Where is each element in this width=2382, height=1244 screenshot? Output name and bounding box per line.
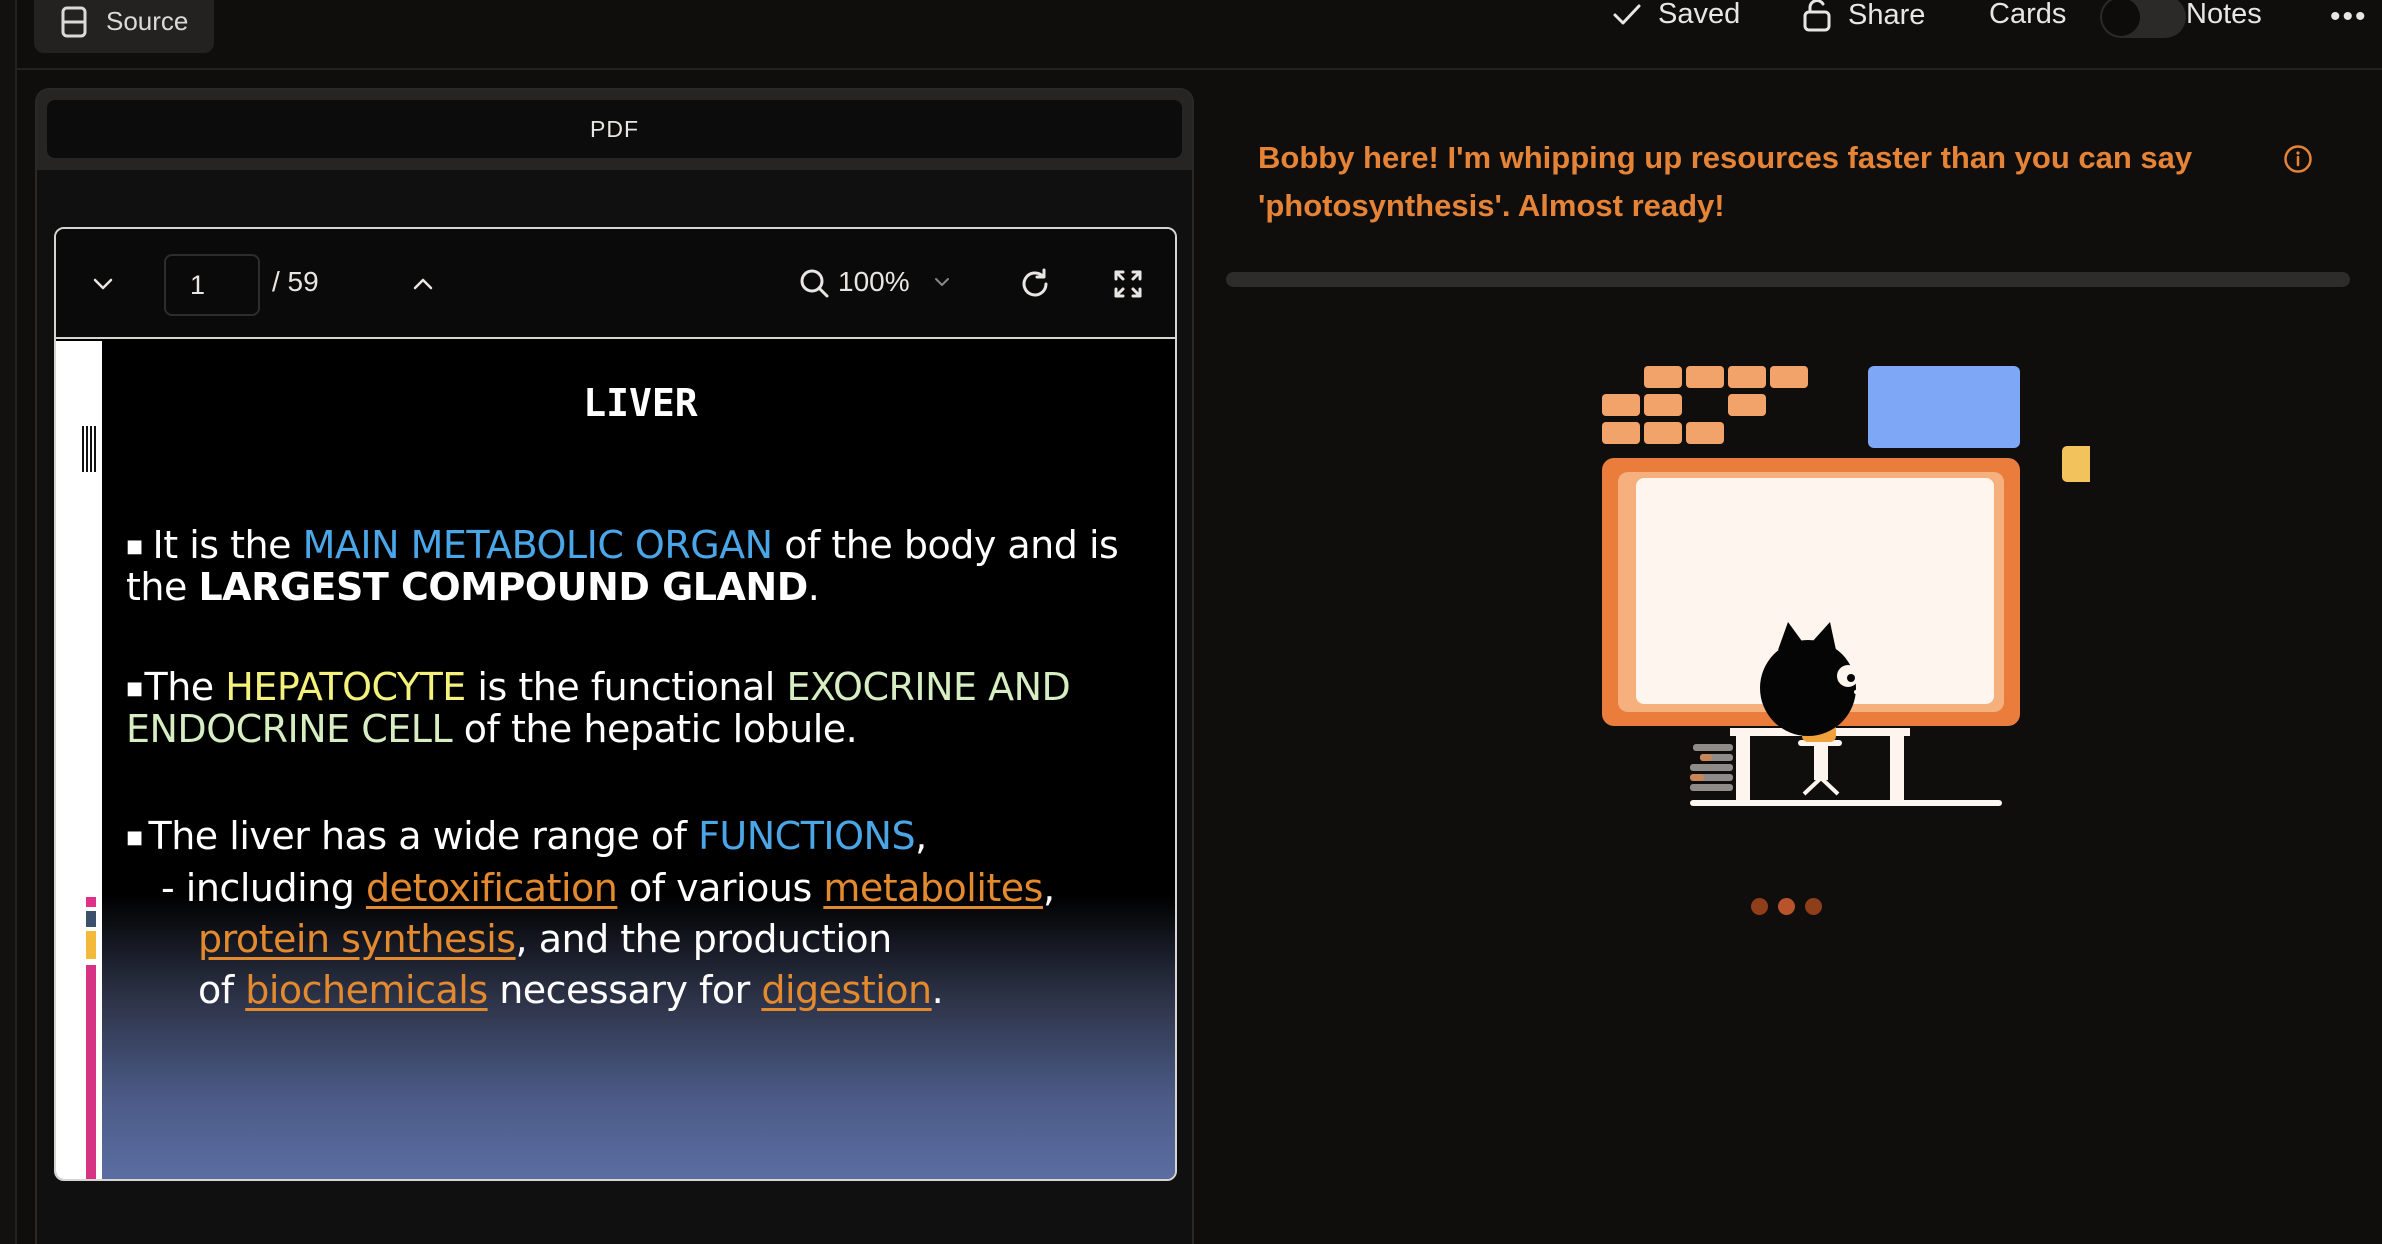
bullet-square: ■ — [126, 536, 143, 557]
highlight-largest-compound-gland: LARGEST COMPOUND GLAND — [198, 565, 808, 609]
bullet-square: ■ — [126, 678, 143, 699]
highlight-functions: FUNCTIONS — [698, 814, 916, 858]
chevron-down-icon — [93, 278, 113, 290]
text: is the functional — [465, 665, 787, 709]
text: It is the — [152, 523, 303, 567]
link-metabolites[interactable]: metabolites — [823, 866, 1043, 910]
text: - including — [161, 866, 366, 910]
color-strip-yellow — [86, 931, 96, 959]
assistant-message-line-1: Bobby here! I'm whipping up resources fa… — [1258, 140, 2193, 175]
color-strip-magenta — [86, 965, 96, 1179]
text: , and the production — [515, 917, 893, 961]
pdf-page-slide: LIVER ■ It is the MAIN METABOLIC ORGAN of… — [56, 341, 1175, 1179]
source-label: Source — [106, 6, 189, 36]
slide-title: LIVER — [583, 381, 698, 425]
highlight-endocrine-cell: ENDOCRINE CELL — [126, 707, 453, 751]
check-icon — [1613, 4, 1641, 24]
loading-dot-3 — [1805, 898, 1822, 915]
share-button[interactable]: Share — [1802, 0, 1925, 32]
pdf-panel: PDF / 59 100% — [35, 88, 1194, 1244]
refresh-icon — [1022, 268, 1048, 297]
zoom-dropdown[interactable] — [931, 271, 953, 293]
toggle-knob — [2102, 0, 2140, 36]
link-detoxification[interactable]: detoxification — [366, 866, 618, 910]
barcode-mark — [82, 426, 98, 472]
text: of the body and is — [772, 523, 1119, 567]
page-number-input[interactable] — [164, 254, 260, 316]
cards-label: Cards — [1989, 0, 2067, 30]
loading-progress-bar — [1226, 272, 2350, 287]
assistant-message-line-2: 'photosynthesis'. Almost ready! — [1258, 188, 1725, 223]
zoom-search-icon[interactable] — [796, 265, 832, 301]
text: of the hepatic lobule. — [452, 707, 858, 751]
text: necessary for — [487, 968, 762, 1012]
link-digestion[interactable]: digestion — [761, 968, 932, 1012]
next-page-button[interactable] — [406, 267, 440, 301]
text: The — [144, 665, 226, 709]
text: . — [807, 565, 820, 609]
loading-illustration — [1602, 366, 2090, 806]
bullet-square: ■ — [126, 827, 143, 848]
fullscreen-icon — [1114, 270, 1142, 298]
highlight-exocrine-and: EXOCRINE AND — [786, 665, 1071, 709]
fullscreen-button[interactable] — [1111, 267, 1145, 301]
pdf-tab-bar: PDF — [37, 90, 1192, 170]
loading-dot-1 — [1751, 898, 1768, 915]
text: . — [931, 968, 944, 1012]
chevron-up-icon — [413, 278, 433, 290]
text: The liver has a wide range of — [148, 814, 699, 858]
search-icon — [800, 269, 829, 298]
highlight-hepatocyte: HEPATOCYTE — [225, 665, 466, 709]
yellow-square-graphic — [2062, 446, 2090, 482]
link-biochemicals[interactable]: biochemicals — [245, 968, 488, 1012]
zoom-level[interactable]: 100% — [838, 266, 910, 298]
text: of various — [617, 866, 824, 910]
prev-page-button[interactable] — [86, 267, 120, 301]
link-protein-synthesis[interactable]: protein synthesis — [198, 917, 516, 961]
saved-status: Saved — [1612, 0, 1740, 31]
more-options-icon[interactable]: ••• — [2330, 0, 2368, 34]
share-label: Share — [1848, 0, 1926, 31]
slide-bullet-1: ■ It is the MAIN METABOLIC ORGAN of the b… — [126, 523, 1119, 609]
rotate-button[interactable] — [1016, 265, 1054, 303]
source-icon — [61, 6, 87, 37]
slide-bullet-2: ■The HEPATOCYTE is the functional EXOCRI… — [126, 665, 1071, 751]
source-button[interactable]: Source — [34, 0, 214, 53]
pdf-viewer: / 59 100% — [54, 227, 1177, 1181]
left-rail — [0, 0, 17, 1244]
slide-bullet-3: ■ The liver has a wide range of FUNCTIONS… — [126, 811, 1055, 1016]
chevron-down-icon — [935, 278, 949, 286]
tab-pdf[interactable]: PDF — [47, 100, 1182, 158]
loading-dot-2 — [1778, 898, 1795, 915]
notes-label: Notes — [2186, 0, 2262, 30]
assistant-message: Bobby here! I'm whipping up resources fa… — [1258, 134, 2258, 230]
pdf-toolbar: / 59 100% — [56, 229, 1175, 339]
text: of — [198, 968, 246, 1012]
brick-wall-graphic — [1602, 366, 1808, 444]
cards-notes-toggle[interactable] — [2100, 0, 2186, 38]
info-icon[interactable] — [2283, 144, 2313, 179]
text: , — [1042, 866, 1055, 910]
unlock-icon — [1803, 0, 1831, 32]
saved-label: Saved — [1658, 0, 1741, 30]
highlight-main-metabolic-organ: MAIN METABOLIC ORGAN — [302, 523, 774, 567]
color-strip-pink — [86, 897, 96, 907]
top-bar: Source Saved Share Cards Notes ••• — [17, 0, 2382, 70]
color-strip-slate — [86, 911, 96, 927]
page-total: / 59 — [272, 266, 319, 297]
text: the — [126, 565, 199, 609]
blue-card-graphic — [1868, 366, 2020, 448]
text: , — [915, 814, 927, 858]
